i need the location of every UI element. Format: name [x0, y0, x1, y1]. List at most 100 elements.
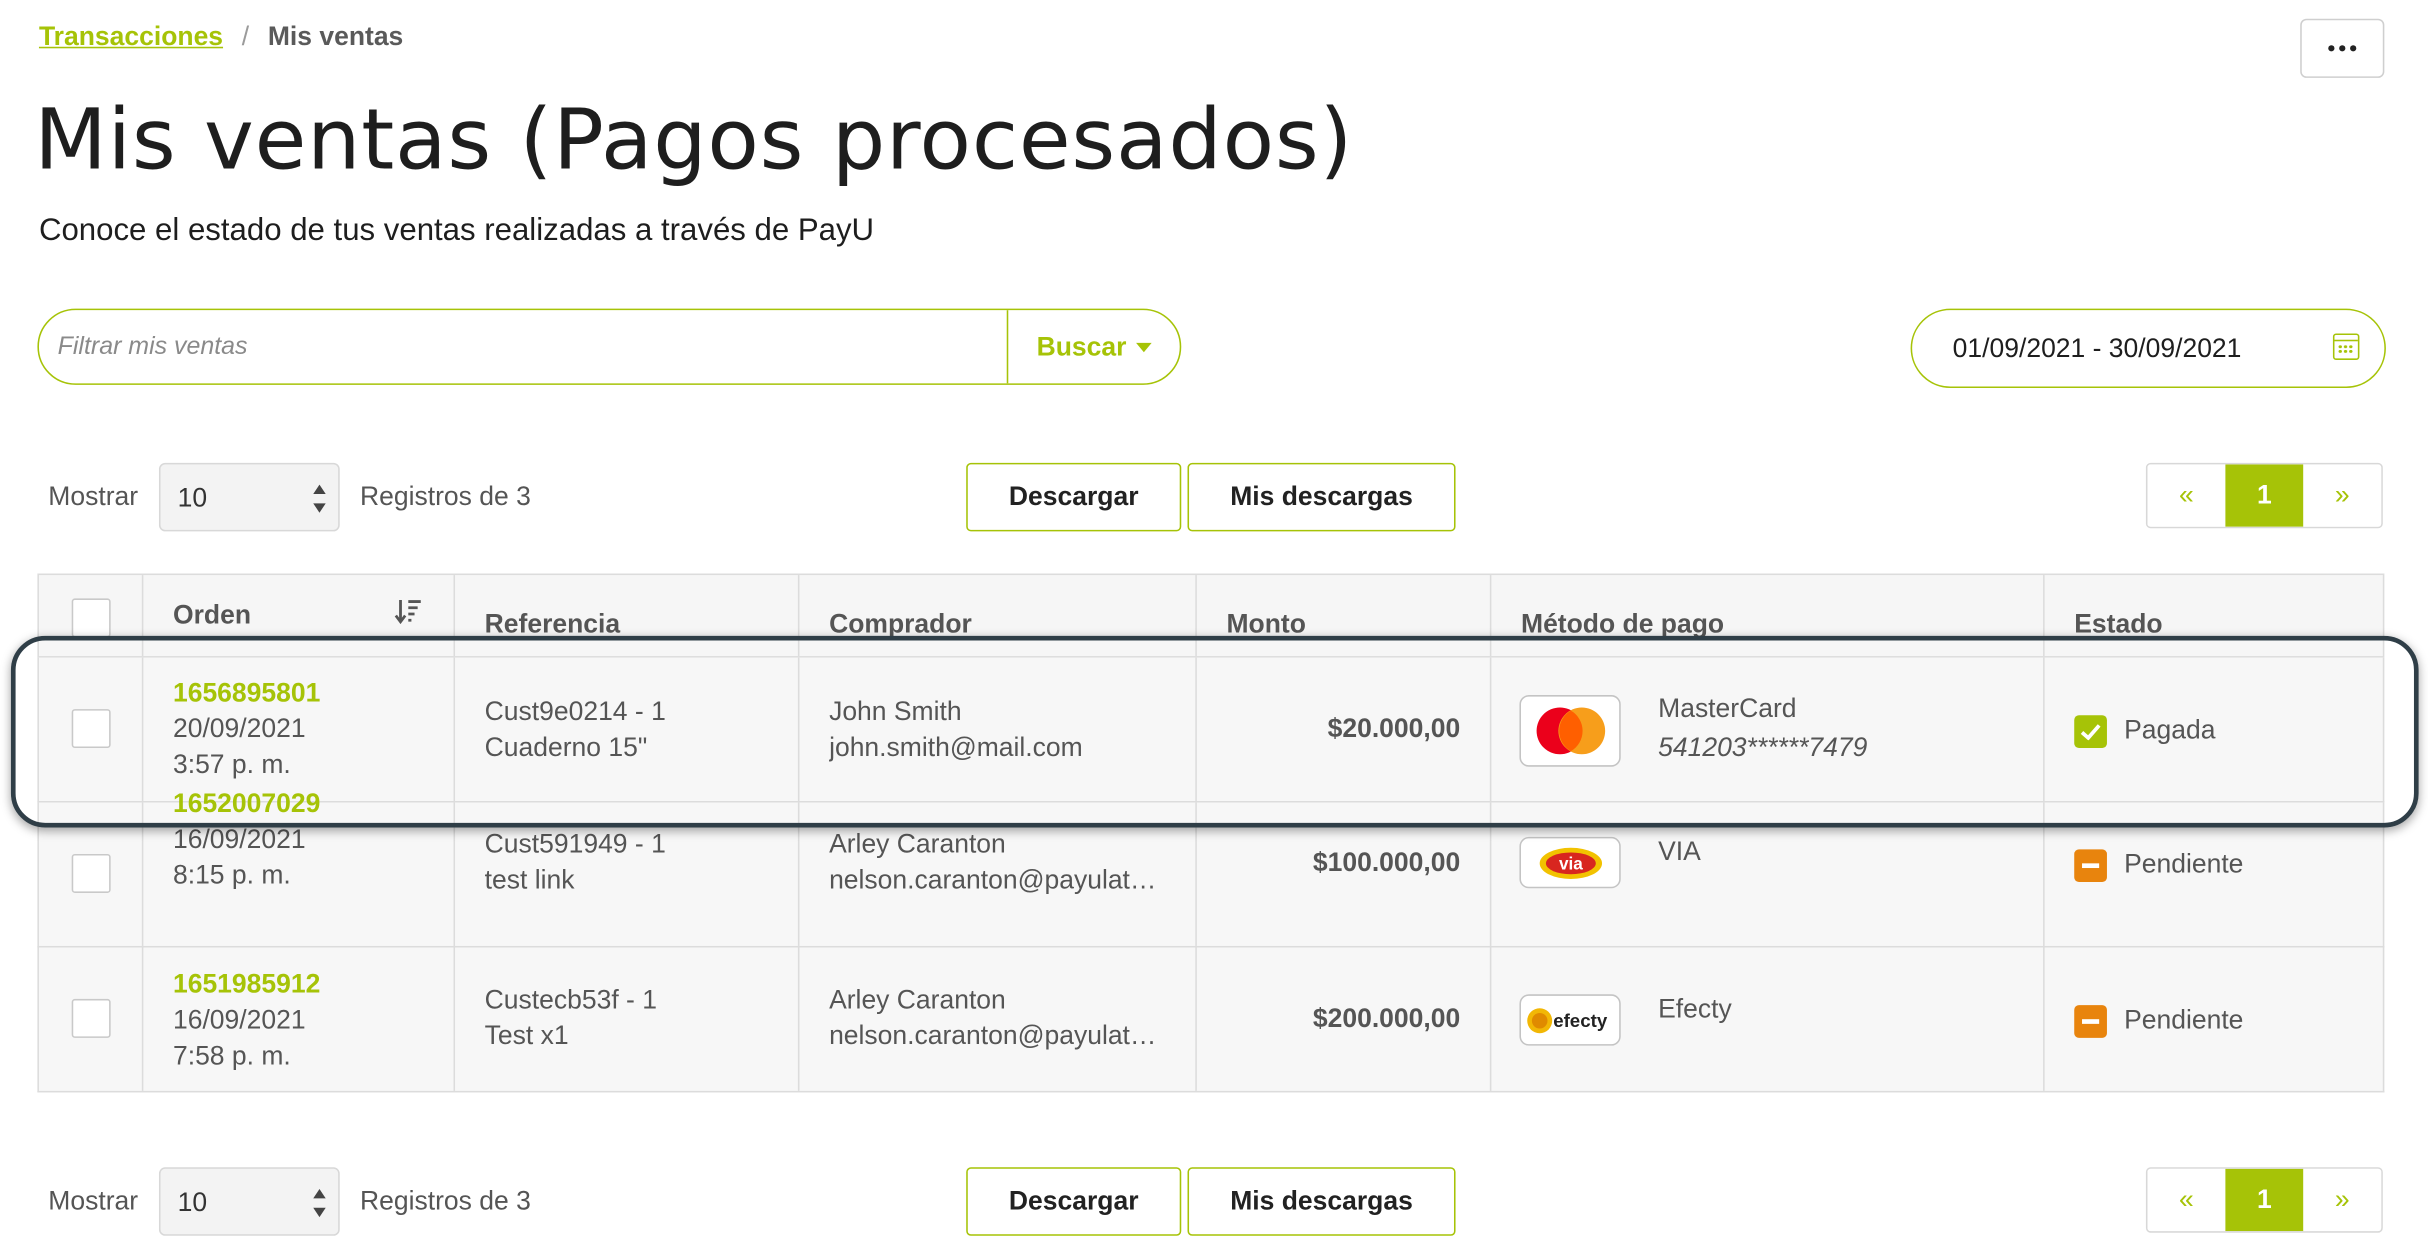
- amount-cell: $20.000,00: [1197, 657, 1492, 802]
- page-size-value: 10: [177, 1187, 208, 1218]
- show-label: Mostrar: [48, 1185, 139, 1216]
- status-text: Pagada: [2124, 715, 2216, 745]
- buyer-name: Arley Caranton: [829, 984, 1006, 1015]
- pagination-prev-button[interactable]: «: [2147, 1168, 2226, 1232]
- page-size-value: 10: [177, 483, 208, 513]
- sort-desc-icon[interactable]: [394, 597, 422, 625]
- pagination-page-1[interactable]: 1: [2225, 1168, 2304, 1232]
- page-size-select[interactable]: 10: [158, 1167, 340, 1236]
- order-cell: 1652007029 16/09/2021 8:15 p. m.: [143, 789, 456, 946]
- via-logo-mark: via: [1538, 846, 1602, 879]
- header-reference: Referencia: [455, 575, 800, 657]
- reference-description: Cuaderno 15": [484, 732, 648, 763]
- ellipsis-icon-dot: [2339, 45, 2346, 52]
- buyer-cell: Arley Caranton nelson.caranton@payulata…: [799, 802, 1197, 946]
- table-row[interactable]: 1652007029 16/09/2021 8:15 p. m. Cust591…: [37, 789, 2385, 948]
- minus-icon: [2074, 849, 2107, 883]
- caret-down-icon: [1135, 342, 1152, 352]
- select-all-checkbox[interactable]: [71, 598, 111, 638]
- order-id-link[interactable]: 1656895801: [173, 678, 320, 709]
- table-row[interactable]: 1656895801 20/09/2021 3:57 p. m. Cust9e0…: [37, 657, 2385, 803]
- table-toolbar-top: Mostrar 10 Registros de 3 Descargar Mis …: [0, 461, 2428, 536]
- sales-table: Orden Referencia Comprador Monto Método …: [37, 573, 2385, 1093]
- order-time: 8:15 p. m.: [172, 860, 291, 890]
- header-buyer: Comprador: [799, 575, 1197, 657]
- reference-code: Cust9e0214 - 1: [484, 696, 666, 727]
- header-status-label: Estado: [2074, 609, 2163, 639]
- breadcrumb-current: Mis ventas: [267, 21, 404, 52]
- order-cell: 1656895801 20/09/2021 3:57 p. m.: [143, 657, 456, 802]
- download-button[interactable]: Descargar: [966, 1167, 1182, 1236]
- mastercard-circles: [1535, 707, 1605, 755]
- row-checkbox[interactable]: [71, 854, 111, 893]
- amount-cell: $200.000,00: [1197, 947, 1492, 1091]
- buyer-cell: Arley Caranton nelson.caranton@payulata…: [799, 947, 1197, 1091]
- via-logo-icon: via: [1519, 836, 1621, 889]
- payment-method-name: VIA: [1658, 836, 1701, 867]
- pagination-next-button[interactable]: »: [2303, 1168, 2382, 1232]
- calendar-icon: [2332, 333, 2360, 360]
- order-date: 20/09/2021: [172, 713, 306, 744]
- buyer-email: john.smith@mail.com: [829, 732, 1083, 763]
- order-id-link[interactable]: 1651985912: [173, 969, 320, 1000]
- page-size-select[interactable]: 10: [158, 462, 340, 532]
- amount-value: $100.000,00: [1312, 847, 1461, 878]
- search-button[interactable]: Buscar: [1006, 310, 1180, 384]
- status-cell: Pendiente: [2045, 803, 2383, 946]
- reference-cell: Custecb53f - 1 Test x1: [455, 947, 800, 1091]
- header-order-label: Orden: [172, 599, 251, 630]
- pagination-page-1[interactable]: 1: [2225, 464, 2304, 527]
- order-cell: 1651985912 16/09/2021 7:58 p. m.: [143, 947, 456, 1091]
- row-checkbox[interactable]: [71, 998, 111, 1038]
- payment-method-name: Efecty: [1658, 994, 1732, 1024]
- buyer-cell: John Smith john.smith@mail.com: [799, 657, 1197, 802]
- row-checkbox-cell: [39, 947, 144, 1091]
- header-status: Estado: [2045, 575, 2383, 656]
- select-arrows-icon: [313, 1189, 326, 1218]
- pagination-next-button[interactable]: »: [2303, 464, 2382, 527]
- header-payment-method: Método de pago: [1491, 575, 2045, 657]
- card-number: 541203******7479: [1658, 732, 1868, 763]
- minus-bar: [2082, 863, 2100, 869]
- order-id-link[interactable]: 1652007029: [173, 789, 320, 820]
- order-date: 16/09/2021: [172, 1005, 306, 1035]
- payment-method-cell: efecty Efecty: [1491, 947, 2045, 1091]
- records-count: Registros de 3: [359, 481, 531, 512]
- check-mark: [2080, 724, 2101, 741]
- date-range-picker[interactable]: 01/09/2021 - 30/09/2021: [1910, 308, 2386, 389]
- search-bar: Buscar: [37, 308, 1182, 385]
- header-reference-label: Referencia: [484, 609, 621, 639]
- pagination-prev-button[interactable]: «: [2147, 464, 2226, 527]
- page-title: Mis ventas (Pagos procesados): [34, 90, 1354, 189]
- row-checkbox-cell: [39, 802, 144, 946]
- header-buyer-label: Comprador: [829, 609, 972, 639]
- amount-value: $200.000,00: [1312, 1003, 1461, 1034]
- row-checkbox-cell: [39, 657, 144, 802]
- reference-cell: Cust591949 - 1 test link: [455, 802, 800, 946]
- header-order[interactable]: Orden: [143, 575, 456, 657]
- efecty-logo-mark: efecty: [1526, 1007, 1607, 1033]
- reference-description: test link: [484, 864, 575, 895]
- pagination: « 1 »: [2145, 1167, 2383, 1233]
- row-checkbox[interactable]: [71, 709, 111, 749]
- table-row[interactable]: 1651985912 16/09/2021 7:58 p. m. Custecb…: [37, 947, 2385, 1093]
- header-amount: Monto: [1197, 575, 1492, 657]
- amount-cell: $100.000,00: [1197, 802, 1492, 946]
- my-downloads-button[interactable]: Mis descargas: [1187, 1167, 1456, 1236]
- more-options-button[interactable]: [2300, 18, 2385, 78]
- table-toolbar-bottom: Mostrar 10 Registros de 3 Descargar Mis …: [0, 1166, 2428, 1241]
- search-input[interactable]: [38, 310, 1007, 384]
- via-logo-text: via: [1558, 853, 1582, 873]
- page: Transacciones / Mis ventas Mis ventas (P…: [0, 0, 2428, 1255]
- check-icon: [2074, 715, 2107, 749]
- buyer-name: Arley Caranton: [829, 829, 1006, 859]
- my-downloads-button[interactable]: Mis descargas: [1187, 462, 1456, 532]
- efecty-logo-text: efecty: [1552, 1009, 1607, 1030]
- date-range-value: 01/09/2021 - 30/09/2021: [1952, 332, 2242, 363]
- download-button[interactable]: Descargar: [966, 462, 1182, 532]
- reference-code: Cust591949 - 1: [484, 829, 666, 859]
- payment-method-cell: via VIA: [1491, 802, 2045, 946]
- page-subtitle: Conoce el estado de tus ventas realizada…: [38, 213, 875, 248]
- breadcrumb-link-transacciones[interactable]: Transacciones: [39, 22, 223, 53]
- breadcrumb: Transacciones / Mis ventas: [39, 22, 403, 53]
